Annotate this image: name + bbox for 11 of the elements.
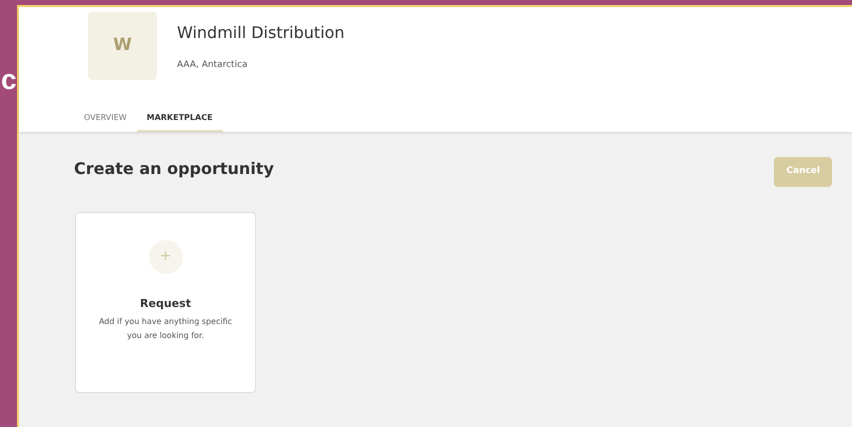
tab[interactable]: OVERVIEW	[74, 112, 137, 132]
company-location: AAA, Antarctica	[177, 59, 249, 72]
request-card[interactable]: + Request Add if you have anything specific you are looking for.	[75, 212, 256, 392]
logo-letter: c	[1, 66, 17, 94]
plus-icon: +	[148, 240, 182, 274]
company-avatar: W	[88, 12, 157, 80]
company-name: Windmill Distribution	[177, 22, 345, 44]
card-description: Add if you have anything specific you are looking for.	[98, 316, 234, 342]
card-title: Request	[140, 296, 191, 312]
tab[interactable]: MARKETPLACE	[136, 112, 223, 132]
page-title: Create an opportunity	[74, 158, 274, 180]
